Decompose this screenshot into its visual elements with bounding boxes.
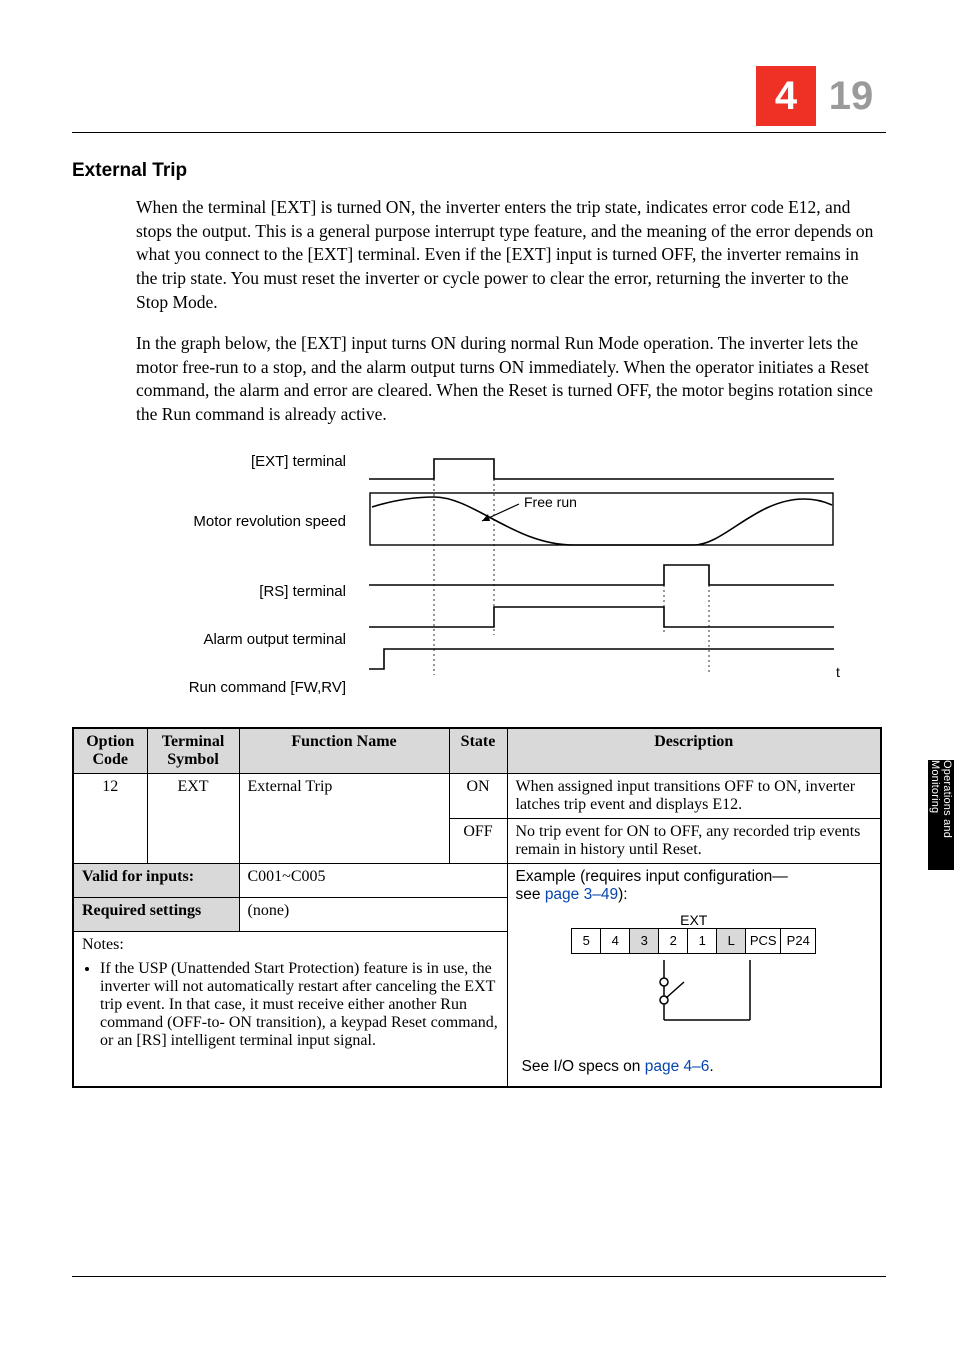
reference-table: Option Code Terminal Symbol Function Nam… <box>72 727 882 1088</box>
table-row: 12 EXT External Trip ON When assigned in… <box>73 773 881 818</box>
section-title: External Trip <box>72 160 882 182</box>
seeio-page-link[interactable]: page 4–6 <box>645 1058 710 1075</box>
example-post: ): <box>618 886 627 903</box>
side-tab: Operations and Monitoring <box>928 760 954 870</box>
t-axis-label: t <box>836 664 840 679</box>
example-pre: see <box>516 886 545 903</box>
th-terminal-symbol: Terminal Symbol <box>147 728 239 774</box>
cell-option-code: 12 <box>73 773 147 863</box>
timing-label-rs: [RS] terminal <box>136 577 346 625</box>
cell-state-off: OFF <box>449 818 507 863</box>
wiring-figure: EXT 5 4 3 2 1 L PCS P24 <box>516 904 873 1082</box>
term-3: 3 <box>630 929 659 953</box>
chapter-page-badge: 4 19 <box>756 66 886 126</box>
page: 4 19 Operations and Monitoring External … <box>0 0 954 1357</box>
example-line2: see page 3–49): <box>516 886 873 904</box>
header-rule <box>72 132 886 133</box>
notes-heading: Notes: <box>82 936 499 954</box>
seeio-pre: See I/O specs on <box>522 1058 645 1075</box>
footer-rule <box>72 1276 886 1277</box>
cell-state-on: ON <box>449 773 507 818</box>
example-page-link[interactable]: page 3–49 <box>545 886 618 903</box>
see-io-specs: See I/O specs on page 4–6. <box>522 1058 714 1076</box>
timing-label-run: Run command [FW,RV] <box>136 673 346 715</box>
cell-desc-on: When assigned input transitions OFF to O… <box>507 773 881 818</box>
ext-label: EXT <box>680 912 707 928</box>
term-2: 2 <box>659 929 688 953</box>
notes-bullet: If the USP (Unattended Start Protection)… <box>100 960 499 1050</box>
cell-terminal: EXT <box>147 773 239 863</box>
timing-label-alarm: Alarm output terminal <box>136 625 346 673</box>
example-line1: Example (requires input configuration— <box>516 868 873 886</box>
term-l: L <box>717 929 746 953</box>
timing-svg: 1 0 Free run 1 0 1 0 <box>364 449 882 715</box>
term-1: 1 <box>688 929 717 953</box>
chapter-number: 4 <box>756 66 816 126</box>
cell-desc-off: No trip event for ON to OFF, any recorde… <box>507 818 881 863</box>
term-pcs: PCS <box>746 929 781 953</box>
seeio-post: . <box>709 1058 713 1075</box>
free-run-label: Free run <box>524 494 577 510</box>
table-header-row: Option Code Terminal Symbol Function Nam… <box>73 728 881 774</box>
valid-for-inputs-value: C001~C005 <box>239 863 507 897</box>
terminal-row: 5 4 3 2 1 L PCS P24 <box>571 928 816 954</box>
required-settings-label: Required settings <box>73 897 239 931</box>
switch-icon <box>604 960 784 1030</box>
table-row: Valid for inputs: C001~C005 Example (req… <box>73 863 881 897</box>
th-option-code: Option Code <box>73 728 147 774</box>
paragraph-1: When the terminal [EXT] is turned ON, th… <box>136 196 882 314</box>
th-function-name: Function Name <box>239 728 449 774</box>
notes-cell: Notes: If the USP (Unattended Start Prot… <box>73 931 507 1087</box>
term-5: 5 <box>572 929 601 953</box>
timing-label-speed: Motor revolution speed <box>136 493 346 577</box>
cell-function-name: External Trip <box>239 773 449 863</box>
page-number: 19 <box>816 66 886 126</box>
timing-diagram: [EXT] terminal Motor revolution speed [R… <box>136 449 882 715</box>
th-state: State <box>449 728 507 774</box>
th-description: Description <box>507 728 881 774</box>
required-settings-value: (none) <box>239 897 507 931</box>
paragraph-2: In the graph below, the [EXT] input turn… <box>136 332 882 427</box>
valid-for-inputs-label: Valid for inputs: <box>73 863 239 897</box>
example-cell: Example (requires input configuration— s… <box>507 863 881 1087</box>
timing-labels: [EXT] terminal Motor revolution speed [R… <box>136 449 352 715</box>
body: When the terminal [EXT] is turned ON, th… <box>136 196 882 715</box>
term-4: 4 <box>601 929 630 953</box>
term-p24: P24 <box>781 929 815 953</box>
timing-label-ext: [EXT] terminal <box>136 449 346 493</box>
